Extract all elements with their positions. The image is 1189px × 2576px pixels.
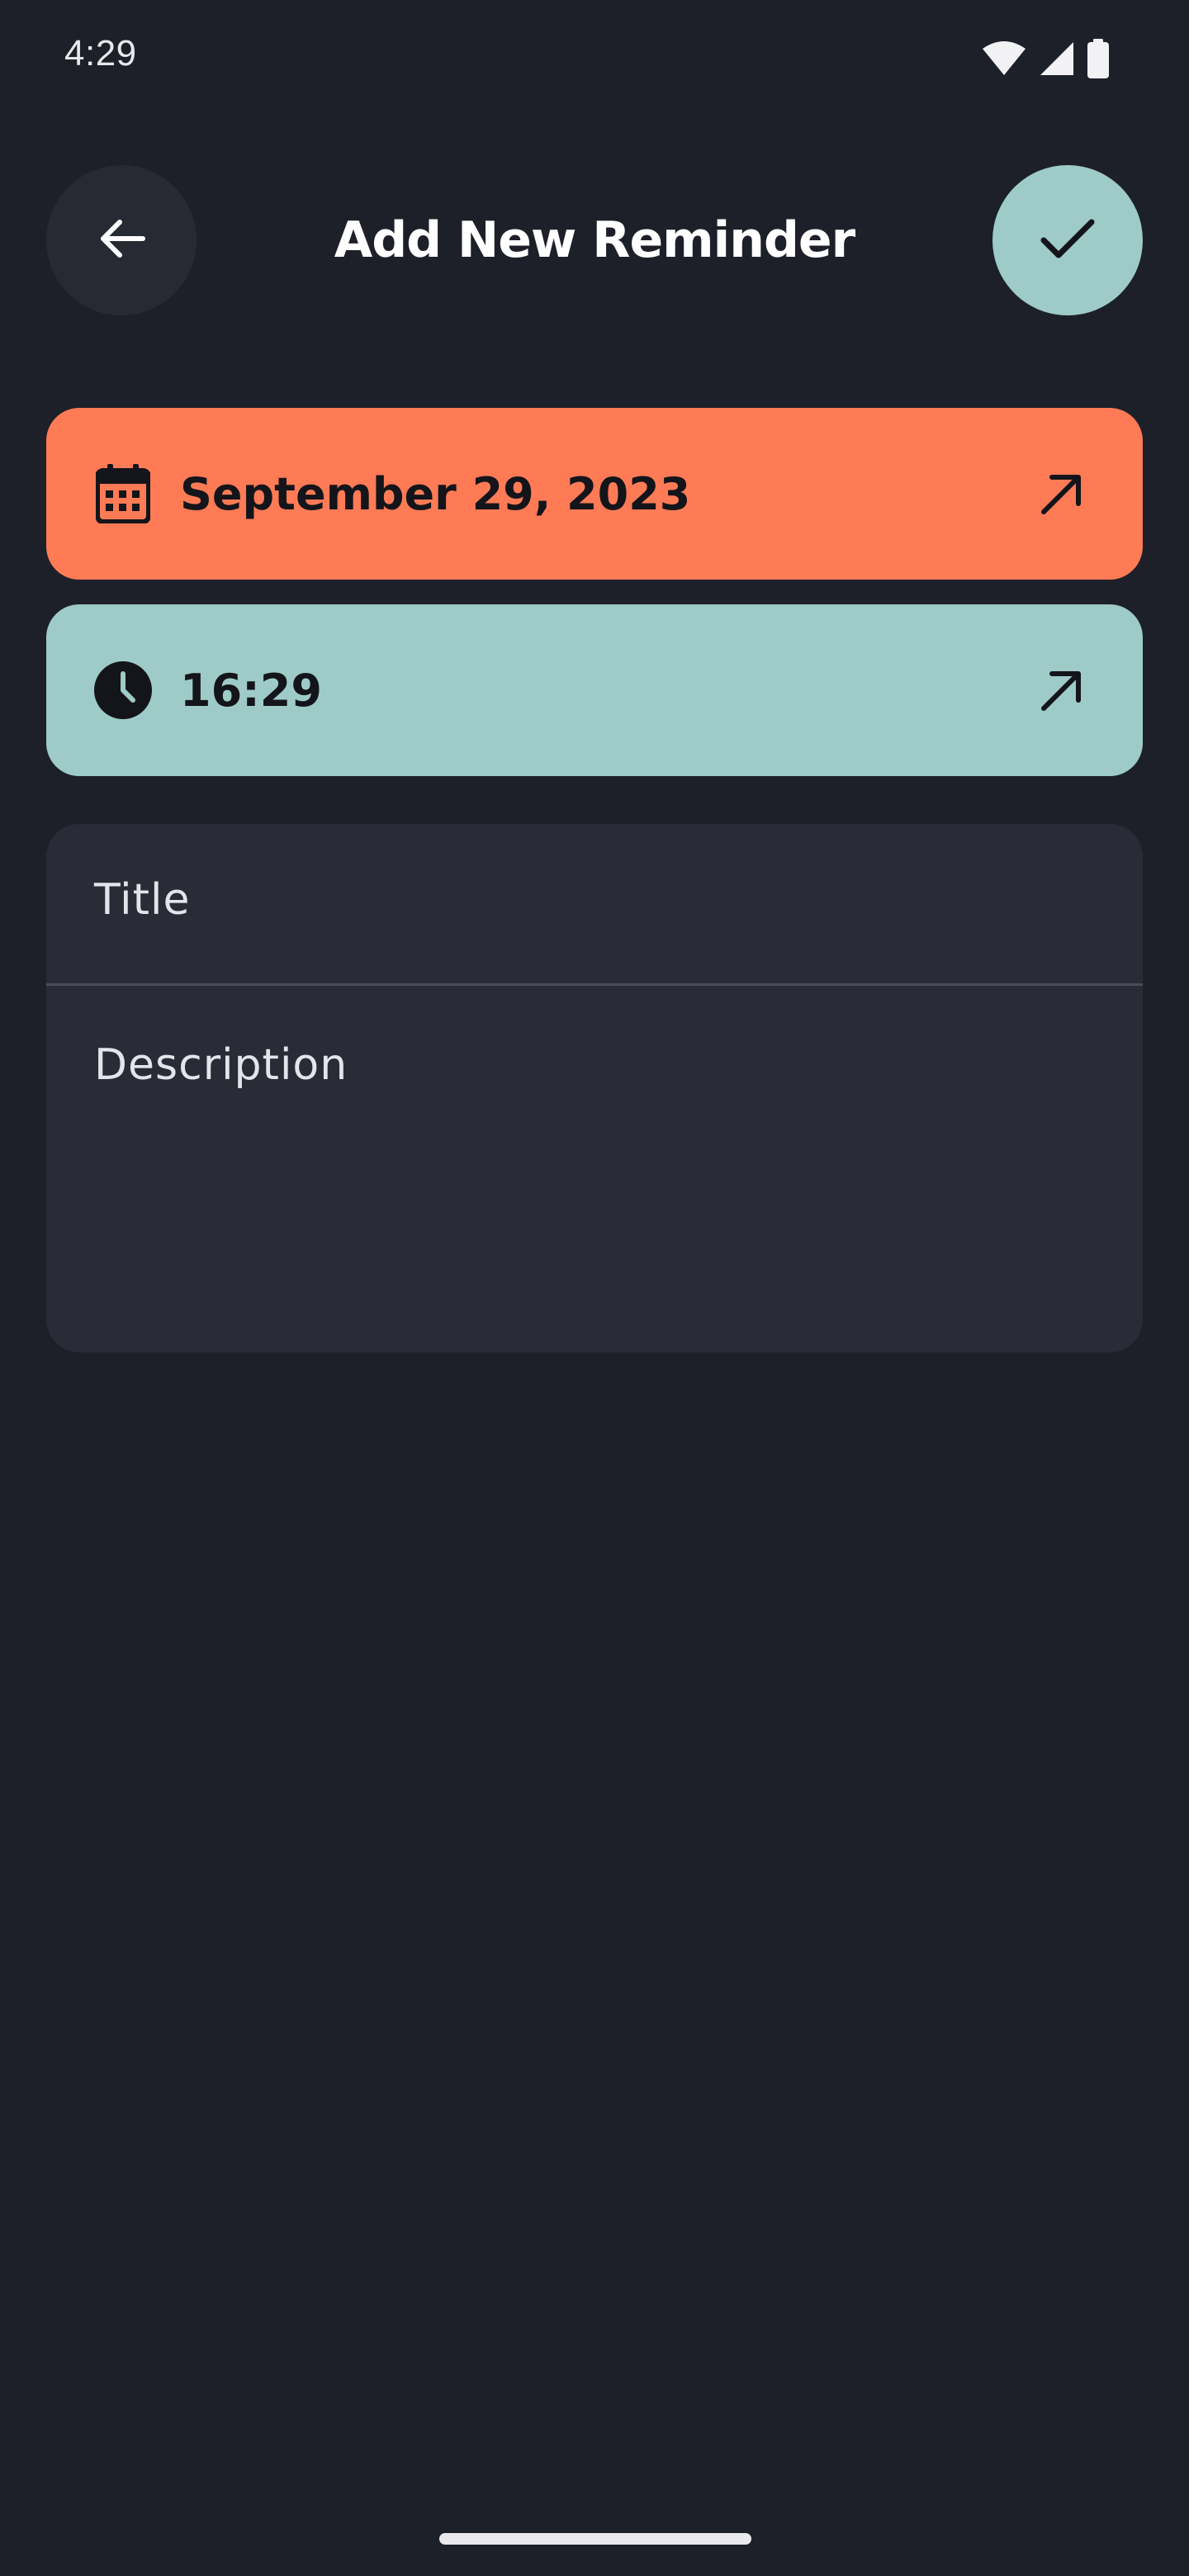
status-time: 4:29 [64, 33, 137, 73]
reminder-form-card: Title Description [46, 824, 1143, 1352]
description-input[interactable]: Description [46, 986, 1143, 1352]
page-title: Add New Reminder [334, 211, 855, 269]
arrow-up-right-icon [1035, 467, 1088, 520]
date-value: September 29, 2023 [180, 467, 691, 520]
time-picker-button[interactable]: 16:29 [46, 604, 1143, 776]
status-bar: 4:29 [0, 0, 1189, 116]
check-icon [1039, 215, 1097, 266]
wifi-icon [981, 40, 1027, 77]
back-button[interactable] [46, 165, 197, 315]
time-value: 16:29 [180, 664, 322, 717]
battery-icon [1087, 39, 1110, 78]
clock-icon [92, 660, 154, 721]
calendar-icon [92, 463, 154, 524]
title-placeholder: Title [94, 875, 191, 925]
signal-icon [1039, 40, 1075, 77]
home-indicator[interactable] [439, 2533, 751, 2545]
arrow-back-icon [95, 212, 148, 269]
title-input[interactable]: Title [46, 824, 1143, 986]
arrow-up-right-icon [1035, 664, 1088, 717]
save-button[interactable] [992, 165, 1143, 315]
status-icons [981, 38, 1110, 79]
date-picker-button[interactable]: September 29, 2023 [46, 408, 1143, 580]
add-reminder-screen: 4:29 Add New Reminder September 29, 2023… [0, 0, 1189, 2576]
description-placeholder: Description [94, 1040, 348, 1090]
